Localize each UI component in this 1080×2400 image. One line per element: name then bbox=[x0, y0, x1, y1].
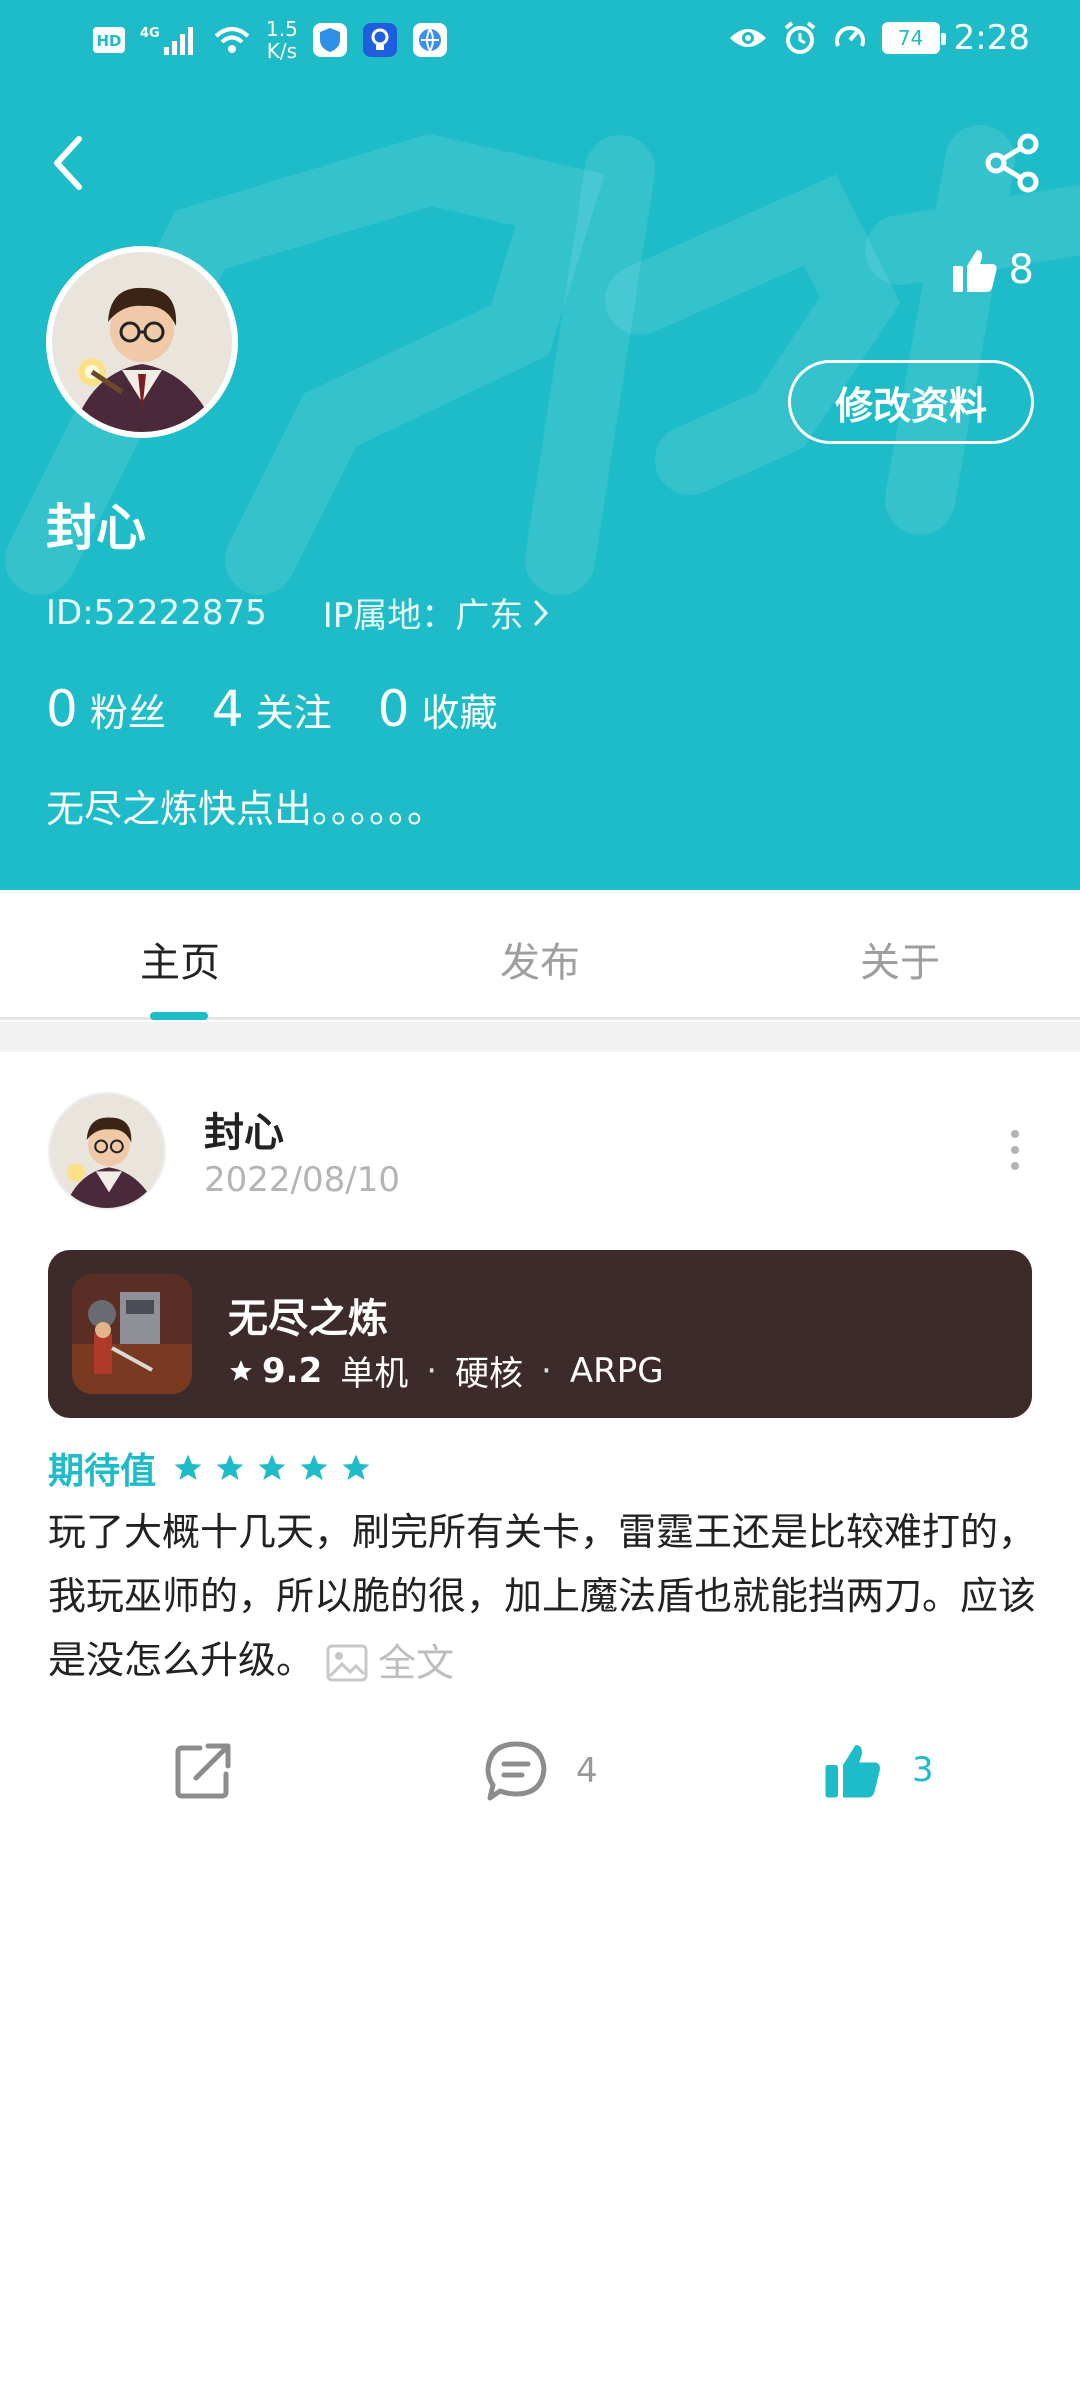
stat-count: 0 bbox=[377, 680, 410, 738]
profile-header: HD 4G 1.5 K/s 74 2:28 8 修改资料 封心 ID:52222… bbox=[0, 0, 1080, 890]
alarm-icon bbox=[782, 20, 818, 56]
thumbs-up-icon bbox=[825, 1745, 880, 1798]
profile-tabs: 主页 发布 关于 bbox=[0, 890, 1080, 1020]
tag-separator: · bbox=[426, 1350, 438, 1391]
star-icon bbox=[230, 1359, 252, 1381]
game-tag: 硬核 bbox=[455, 1354, 524, 1394]
star-icon bbox=[300, 1454, 328, 1480]
shield-app-icon bbox=[312, 22, 348, 58]
chevron-left-icon bbox=[54, 136, 82, 190]
username: 封心 bbox=[46, 499, 146, 557]
profile-stats: 0 粉丝 4 关注 0 收藏 bbox=[46, 680, 497, 738]
post-text: 玩了大概十几天，刷完所有关卡，雷霆王还是比较难打的，我玩巫师的，所以脆的很，加上… bbox=[48, 1510, 1037, 1682]
chevron-right-icon bbox=[534, 600, 549, 625]
profile-avatar[interactable] bbox=[46, 246, 238, 438]
full-text-label: 全文 bbox=[378, 1640, 455, 1685]
browser-app-icon bbox=[412, 22, 448, 58]
signal-4g-icon: 4G bbox=[140, 23, 198, 57]
game-score: 9.2 bbox=[228, 1351, 322, 1391]
game-score-value: 9.2 bbox=[262, 1350, 323, 1391]
profile-likes-count: 8 bbox=[1008, 247, 1034, 293]
section-divider bbox=[0, 1022, 1080, 1052]
post-body[interactable]: 玩了大概十几天，刷完所有关卡，雷霆王还是比较难打的，我玩巫师的，所以脆的很，加上… bbox=[48, 1500, 1038, 1695]
expectation-rating: 期待值 bbox=[48, 1442, 372, 1494]
more-icon bbox=[1011, 1130, 1019, 1138]
tag-separator: · bbox=[541, 1350, 552, 1391]
game-card[interactable]: 无尽之炼 9.2 单机 · 硬核 · ARPG bbox=[48, 1250, 1032, 1418]
share-icon bbox=[985, 133, 1039, 193]
id-line: ID:52222875 IP属地：广东 bbox=[46, 588, 549, 637]
post-author-name[interactable]: 封心 bbox=[204, 1100, 284, 1158]
net-speed: 1.5 K/s bbox=[266, 17, 298, 63]
post-author-avatar[interactable] bbox=[48, 1092, 166, 1210]
bulb-app-icon bbox=[362, 22, 398, 58]
thumbs-up-icon bbox=[952, 250, 997, 292]
post-date: 2022/08/10 bbox=[204, 1160, 400, 1200]
rating-stars bbox=[172, 1452, 372, 1484]
watermark-logo bbox=[5, 125, 1080, 595]
active-tab-indicator bbox=[150, 1012, 208, 1020]
comment-button[interactable]: 4 bbox=[484, 1740, 598, 1802]
eye-icon bbox=[728, 24, 768, 52]
post-actions: 4 3 bbox=[0, 1740, 1080, 1810]
share-button[interactable] bbox=[978, 128, 1048, 198]
tab-posts[interactable]: 发布 bbox=[460, 930, 620, 988]
wifi-icon bbox=[212, 24, 252, 56]
stat-label: 关注 bbox=[255, 691, 332, 735]
share-post-button[interactable] bbox=[172, 1740, 234, 1802]
user-id: ID:52222875 bbox=[46, 592, 267, 633]
more-options-button[interactable] bbox=[1000, 1130, 1030, 1170]
svg-text:4G: 4G bbox=[140, 26, 160, 41]
ip-location: IP属地：广东 bbox=[322, 596, 524, 636]
comment-icon bbox=[485, 1741, 547, 1801]
profile-bio: 无尽之炼快点出。。。。。。 bbox=[46, 787, 446, 831]
expectation-label: 期待值 bbox=[48, 1451, 157, 1492]
ip-location-link[interactable]: IP属地：广东 bbox=[323, 588, 550, 637]
stat-followers[interactable]: 0 粉丝 bbox=[46, 680, 166, 738]
svg-text:HD: HD bbox=[96, 32, 121, 50]
speedometer-icon bbox=[832, 20, 868, 56]
stat-following[interactable]: 4 关注 bbox=[212, 680, 332, 738]
status-bar: HD 4G 1.5 K/s 74 2:28 bbox=[0, 0, 1080, 80]
star-icon bbox=[174, 1454, 202, 1480]
tab-home[interactable]: 主页 bbox=[100, 930, 260, 988]
battery-icon: 74 bbox=[881, 22, 946, 54]
game-tag: ARPG bbox=[569, 1350, 664, 1391]
game-tag: 单机 bbox=[340, 1354, 409, 1394]
star-icon bbox=[216, 1454, 244, 1480]
image-icon bbox=[326, 1644, 368, 1681]
more-icon-dot bbox=[1011, 1146, 1019, 1154]
share-external-icon bbox=[175, 1743, 231, 1799]
comment-count: 4 bbox=[576, 1751, 598, 1791]
full-text-link[interactable]: 全文 bbox=[326, 1631, 454, 1695]
game-name: 无尽之炼 bbox=[228, 1296, 388, 1342]
star-icon bbox=[258, 1454, 286, 1480]
profile-likes: 8 bbox=[951, 246, 1034, 294]
more-icon-dot bbox=[1011, 1162, 1019, 1170]
stat-label: 粉丝 bbox=[89, 691, 166, 735]
tab-about[interactable]: 关于 bbox=[820, 930, 980, 988]
clock: 2:28 bbox=[953, 18, 1030, 58]
stat-favorites[interactable]: 0 收藏 bbox=[378, 680, 498, 738]
hd-icon: HD bbox=[92, 25, 126, 55]
stat-label: 收藏 bbox=[421, 691, 498, 735]
stat-count: 4 bbox=[211, 680, 244, 738]
edit-profile-button[interactable]: 修改资料 bbox=[788, 360, 1034, 444]
like-button[interactable]: 3 bbox=[822, 1740, 934, 1800]
back-button[interactable] bbox=[40, 128, 96, 198]
like-count: 3 bbox=[912, 1750, 934, 1790]
stat-count: 0 bbox=[46, 680, 78, 738]
game-meta: 9.2 单机 · 硬核 · ARPG bbox=[228, 1346, 664, 1395]
game-icon bbox=[72, 1274, 192, 1394]
star-icon bbox=[342, 1454, 370, 1480]
